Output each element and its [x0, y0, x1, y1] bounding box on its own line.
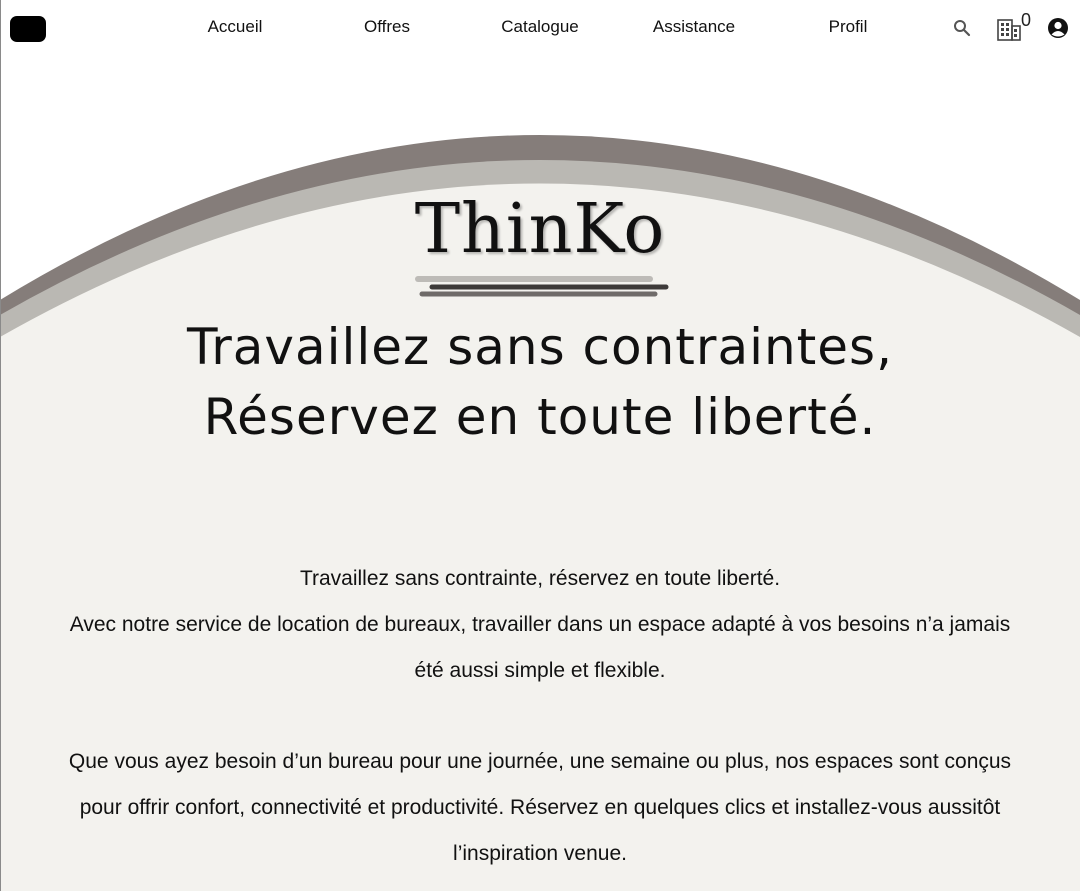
details-line-3: l’inspiration venue. — [453, 842, 627, 865]
details-line-2: pour offrir confort, connectivité et pro… — [79, 796, 1001, 819]
top-navbar: Accueil Offres Catalogue Assistance Prof… — [0, 0, 1080, 58]
building-count-badge: 0 — [1021, 10, 1032, 30]
intro-line-2: Avec notre service de location de bureau… — [69, 613, 1011, 636]
search-icon[interactable] — [952, 18, 972, 42]
tagline-line-1: Travaillez sans contraintes, — [187, 318, 893, 376]
site-logo[interactable] — [10, 16, 46, 42]
nav-assistance[interactable]: Assistance — [653, 17, 735, 37]
nav-profil[interactable]: Profil — [829, 17, 868, 37]
account-icon[interactable] — [1047, 17, 1069, 43]
intro-line-3: été aussi simple et flexible. — [414, 659, 666, 682]
intro-line-1: Travaillez sans contrainte, réservez en … — [299, 567, 781, 590]
details-line-1: Que vous ayez besoin d’un bureau pour un… — [68, 750, 1012, 773]
building-icon[interactable] — [996, 14, 1022, 46]
intro-paragraph: Travaillez sans contrainte, réservez en … — [0, 556, 1080, 694]
nav-accueil[interactable]: Accueil — [208, 17, 263, 37]
brand-title: ThinKo — [414, 190, 666, 269]
tagline-line-2: Réservez en toute liberté. — [203, 388, 877, 446]
nav-catalogue[interactable]: Catalogue — [501, 17, 579, 37]
details-paragraph: Que vous ayez besoin d’un bureau pour un… — [0, 739, 1080, 877]
nav-offres[interactable]: Offres — [364, 17, 410, 37]
hero-tagline: Travaillez sans contraintes, Réservez en… — [0, 312, 1080, 452]
